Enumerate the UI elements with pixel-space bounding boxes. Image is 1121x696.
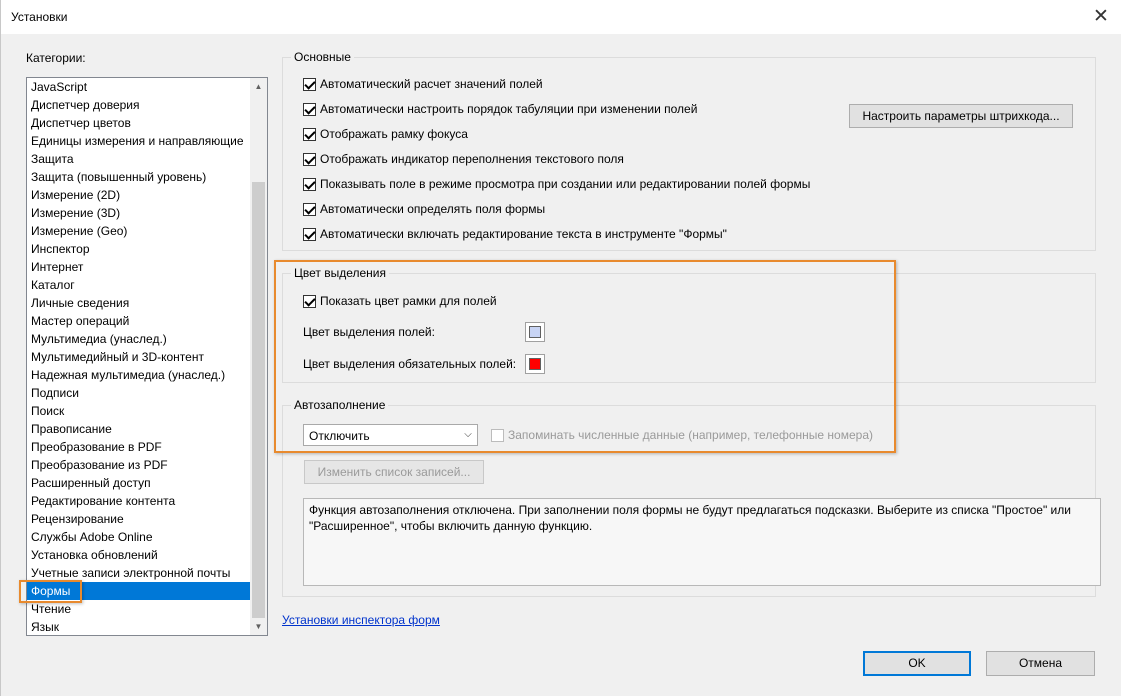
general-option-label: Автоматически включать редактирование те… [320,227,727,241]
category-item[interactable]: Защита (повышенный уровень) [27,168,252,186]
category-item[interactable]: Каталог [27,276,252,294]
edit-entries-list-button[interactable]: Изменить список записей... [304,460,484,484]
general-option-checkbox[interactable]: Автоматически настроить порядок табуляци… [303,102,697,116]
category-item[interactable]: Формы [27,582,252,600]
general-option-label: Автоматический расчет значений полей [320,77,543,91]
barcode-settings-button[interactable]: Настроить параметры штрихкода... [849,104,1073,128]
general-option-checkbox[interactable]: Отображать индикатор переполнения тексто… [303,152,624,166]
field-color-label: Цвет выделения полей: [303,325,435,339]
field-color-swatch [529,326,541,338]
category-item[interactable]: Поиск [27,402,252,420]
general-option-checkbox[interactable]: Показывать поле в режиме просмотра при с… [303,177,810,191]
show-border-color-label: Показать цвет рамки для полей [320,294,497,308]
categories-list[interactable]: JavaScript Диспетчер доверия Диспетчер цве… [26,77,268,636]
category-item[interactable]: Язык [27,618,252,635]
checkbox-box[interactable] [303,202,316,216]
autofill-mode-value: Отключить [309,429,370,443]
checkbox-box[interactable] [303,177,316,191]
category-item[interactable]: Измерение (2D) [27,186,252,204]
cancel-button[interactable]: Отмена [986,651,1095,676]
category-item[interactable]: Интернет [27,258,252,276]
category-item[interactable]: Правописание [27,420,252,438]
checkbox-box[interactable] [303,227,316,241]
category-item[interactable]: Рецензирование [27,510,252,528]
general-option-label: Автоматически определять поля формы [320,202,546,216]
close-icon[interactable]: ✕ [1088,4,1114,30]
category-item[interactable]: Мультимедиа (унаслед.) [27,330,252,348]
category-item[interactable]: Измерение (3D) [27,204,252,222]
category-item[interactable]: Расширенный доступ [27,474,252,492]
category-item[interactable]: JavaScript [27,78,252,96]
title-bar: Установки ✕ [1,0,1121,34]
checkbox-box[interactable] [303,77,316,91]
general-option-checkbox[interactable]: Автоматический расчет значений полей [303,77,543,91]
chevron-down-icon[interactable]: ⌵ [459,425,477,445]
categories-scrollbar[interactable]: ▲ ▼ [250,78,267,635]
general-option-label: Отображать индикатор переполнения тексто… [320,152,624,166]
category-item[interactable]: Мастер операций [27,312,252,330]
required-color-label: Цвет выделения обязательных полей: [303,357,517,371]
general-option-checkbox[interactable]: Отображать рамку фокуса [303,127,468,141]
category-item[interactable]: Преобразование из PDF [27,456,252,474]
ok-button[interactable]: OK [863,651,971,676]
field-color-picker[interactable] [525,322,545,342]
remember-numeric-checkbox[interactable]: Запоминать численные данные (например, т… [491,428,873,442]
category-item[interactable]: Установка обновлений [27,546,252,564]
category-item[interactable]: Инспектор [27,240,252,258]
general-option-label: Автоматически настроить порядок табуляци… [320,102,698,116]
autofill-mode-select[interactable]: Отключить ⌵ [303,424,478,446]
category-item[interactable]: Службы Adobe Online [27,528,252,546]
category-item[interactable]: Чтение [27,600,252,618]
form-inspector-settings-link[interactable]: Установки инспектора форм [282,613,440,627]
checkbox-box[interactable] [303,127,316,141]
checkbox-box[interactable] [491,428,504,442]
category-item[interactable]: Надежная мультимедиа (унаслед.) [27,366,252,384]
required-color-picker[interactable] [525,354,545,374]
category-item[interactable]: Измерение (Geo) [27,222,252,240]
category-item[interactable]: Учетные записи электронной почты [27,564,252,582]
scroll-up-icon[interactable]: ▲ [250,78,267,95]
highlight-group-title: Цвет выделения [291,266,390,280]
category-item[interactable]: Личные сведения [27,294,252,312]
category-item[interactable]: Преобразование в PDF [27,438,252,456]
category-item[interactable]: Диспетчер цветов [27,114,252,132]
category-item[interactable]: Единицы измерения и направляющие [27,132,252,150]
remember-numeric-label: Запоминать численные данные (например, т… [508,428,873,442]
autofill-description: Функция автозаполнения отключена. При за… [303,498,1101,586]
categories-list-items: JavaScript Диспетчер доверия Диспетчер цве… [27,78,252,635]
general-group-title: Основные [291,50,354,64]
category-item[interactable]: Мультимедийный и 3D-контент [27,348,252,366]
category-item[interactable]: Диспетчер доверия [27,96,252,114]
scroll-down-icon[interactable]: ▼ [250,618,267,635]
general-option-checkbox[interactable]: Автоматически включать редактирование те… [303,227,727,241]
category-item[interactable]: Редактирование контента [27,492,252,510]
categories-label: Категории: [26,51,86,65]
preferences-dialog: Установки ✕ Категории: JavaScript Диспетч… [0,0,1121,696]
category-item[interactable]: Подписи [27,384,252,402]
autofill-group-title: Автозаполнение [291,398,389,412]
general-option-checkbox[interactable]: Автоматически определять поля формы [303,202,545,216]
general-option-label: Показывать поле в режиме просмотра при с… [320,177,811,191]
category-item[interactable]: Защита [27,150,252,168]
checkbox-box[interactable] [303,294,316,308]
window-title: Установки [11,10,68,24]
general-option-label: Отображать рамку фокуса [320,127,468,141]
show-border-color-checkbox[interactable]: Показать цвет рамки для полей [303,294,497,308]
checkbox-box[interactable] [303,152,316,166]
required-color-swatch [529,358,541,370]
scroll-thumb[interactable] [252,182,265,618]
checkbox-box[interactable] [303,102,316,116]
